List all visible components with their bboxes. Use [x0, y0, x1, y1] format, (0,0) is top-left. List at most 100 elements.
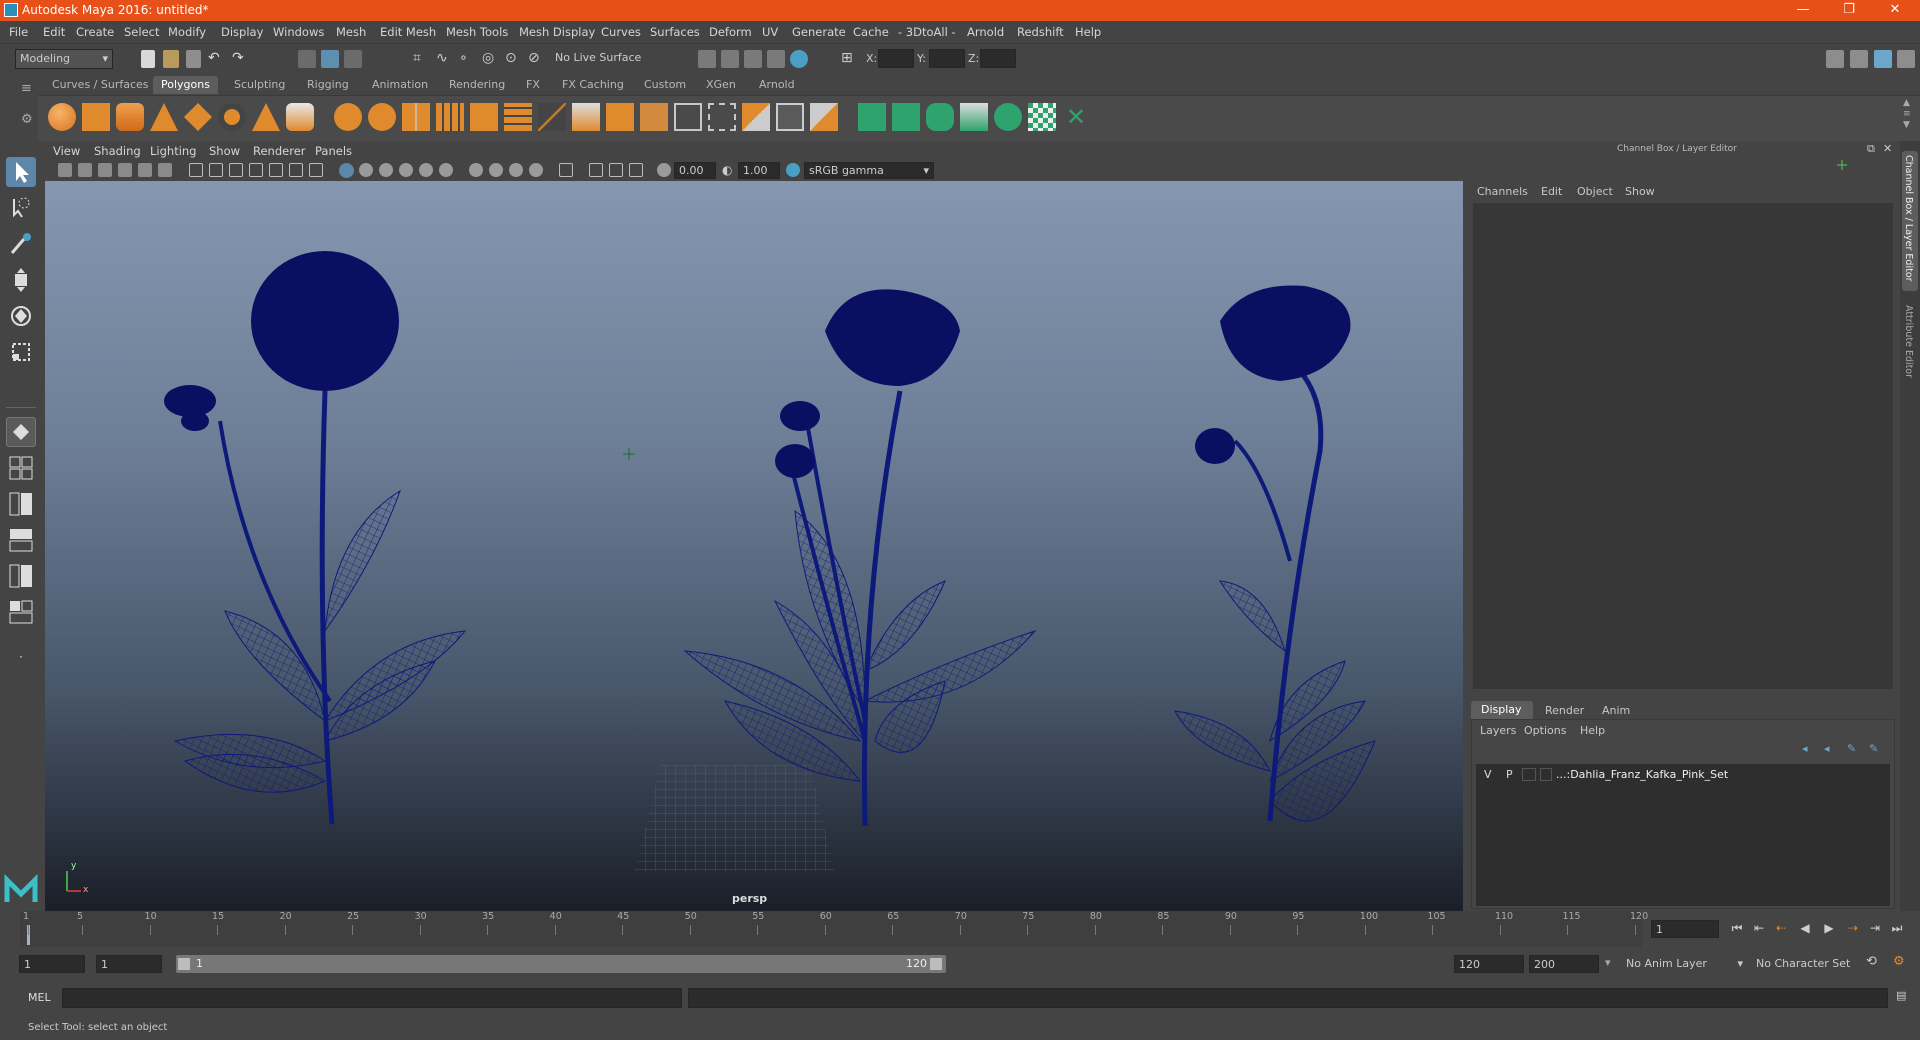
vp-menu-view[interactable]: View: [53, 144, 80, 158]
mirror-icon[interactable]: [402, 103, 430, 131]
xray-components-icon[interactable]: [629, 163, 643, 177]
menu-uv[interactable]: UV: [762, 25, 778, 39]
scale-tool-icon[interactable]: [6, 337, 36, 367]
gate-mask-icon[interactable]: [249, 163, 263, 177]
move-layer-up-icon[interactable]: ◂: [1802, 742, 1808, 755]
poly-pipe-icon[interactable]: [286, 103, 314, 131]
shelf-scroll-icon[interactable]: ▲ ≡ ▼: [1903, 98, 1911, 131]
menu-surfaces[interactable]: Surfaces: [650, 25, 700, 39]
shelf-menu-icon[interactable]: ≡: [21, 81, 32, 96]
shelf-settings-icon[interactable]: ⚙: [21, 112, 33, 127]
auto-uv-icon[interactable]: [960, 103, 988, 131]
separate-icon[interactable]: [368, 103, 396, 131]
tab-arnold[interactable]: Arnold: [751, 76, 803, 94]
planar-uv-icon[interactable]: [858, 103, 886, 131]
menu-cache[interactable]: Cache: [853, 25, 889, 39]
new-scene-icon[interactable]: [141, 50, 155, 68]
snap-surface-icon[interactable]: ⊙: [505, 50, 523, 68]
merge-icon[interactable]: [742, 103, 770, 131]
open-scene-icon[interactable]: [163, 50, 179, 68]
smooth-icon[interactable]: [436, 103, 464, 131]
extract-icon[interactable]: [470, 103, 498, 131]
cb-menu-object[interactable]: Object: [1577, 185, 1613, 198]
layer-row[interactable]: V P ...:Dahlia_Franz_Kafka_Pink_Set: [1476, 766, 1890, 784]
side-tab-channel-box[interactable]: Channel Box / Layer Editor: [1902, 151, 1918, 291]
channel-box-options-icon[interactable]: [1836, 159, 1848, 171]
depth-of-field-icon[interactable]: [529, 163, 543, 177]
channel-box-area[interactable]: [1473, 203, 1893, 689]
menuset-dropdown[interactable]: Modeling ▾: [15, 49, 113, 69]
menu-deform[interactable]: Deform: [709, 25, 752, 39]
camera-attributes-icon[interactable]: [78, 163, 92, 177]
side-tab-attribute-editor[interactable]: Attribute Editor: [1902, 301, 1918, 391]
layer-visibility-toggle[interactable]: V: [1484, 768, 1492, 781]
y-input[interactable]: [929, 49, 965, 68]
render-settings-icon[interactable]: [767, 50, 785, 68]
cb-menu-show[interactable]: Show: [1625, 185, 1655, 198]
transform-input-icon[interactable]: ⊞: [841, 50, 859, 68]
menu-modify[interactable]: Modify: [168, 25, 206, 39]
auto-key-icon[interactable]: ⟲: [1866, 954, 1877, 969]
poly-cone-icon[interactable]: [150, 103, 178, 131]
grid-icon[interactable]: [189, 163, 203, 177]
play-forward-icon[interactable]: ▶: [1820, 920, 1838, 936]
menu-mesh-tools[interactable]: Mesh Tools: [446, 25, 508, 39]
bridge-icon[interactable]: [504, 103, 532, 131]
snap-point-icon[interactable]: ∘: [459, 50, 477, 68]
menu-edit[interactable]: Edit: [43, 25, 65, 39]
attribute-editor-icon[interactable]: [1850, 50, 1868, 68]
play-backward-icon[interactable]: ◀: [1796, 920, 1814, 936]
persp-graph-layout-icon[interactable]: [6, 525, 36, 555]
close-button[interactable]: ✕: [1872, 0, 1918, 21]
combine-icon[interactable]: [334, 103, 362, 131]
select-object-icon[interactable]: [321, 50, 339, 68]
tab-anim[interactable]: Anim: [1602, 704, 1630, 717]
move-layer-down-icon[interactable]: ◂: [1824, 742, 1830, 755]
hypershade-layout-icon[interactable]: [6, 561, 36, 591]
step-forward-key-icon[interactable]: ⇥: [1866, 920, 1884, 936]
append-icon[interactable]: [640, 103, 668, 131]
cylindrical-uv-icon[interactable]: [892, 103, 920, 131]
bevel-icon[interactable]: [606, 103, 634, 131]
unfold-uv-icon[interactable]: [994, 103, 1022, 131]
rotate-tool-icon[interactable]: [6, 301, 36, 331]
menu-select[interactable]: Select: [124, 25, 159, 39]
tab-curves-surfaces[interactable]: Curves / Surfaces: [44, 76, 157, 94]
step-back-key-icon[interactable]: ⇤: [1750, 920, 1768, 936]
anim-layer-dropdown[interactable]: No Anim Layer ▾: [1622, 955, 1747, 973]
tab-custom[interactable]: Custom: [636, 76, 694, 94]
cmd-language-label[interactable]: MEL: [28, 991, 51, 1004]
xray-joints-icon[interactable]: [609, 163, 623, 177]
menu-display[interactable]: Display: [221, 25, 263, 39]
animation-end-input[interactable]: 200: [1529, 955, 1599, 973]
live-surface-field[interactable]: No Live Surface: [551, 49, 646, 69]
menu-curves[interactable]: Curves: [601, 25, 641, 39]
layer-display-type[interactable]: [1522, 768, 1536, 781]
poly-torus-icon[interactable]: [218, 103, 246, 131]
menu-file[interactable]: File: [9, 25, 28, 39]
z-input[interactable]: [980, 49, 1016, 68]
layer-color-swatch[interactable]: [1540, 768, 1552, 781]
wireframe-icon[interactable]: [339, 163, 354, 178]
snap-curve-icon[interactable]: ∿: [436, 50, 454, 68]
script-editor-icon[interactable]: ▤: [1896, 989, 1906, 1002]
le-menu-options[interactable]: Options: [1524, 724, 1566, 737]
collapse-icon[interactable]: [810, 103, 838, 131]
character-set-dropdown[interactable]: No Character Set: [1752, 955, 1862, 973]
make-live-icon[interactable]: ⊘: [528, 50, 546, 68]
gamma-input[interactable]: 1.00: [738, 162, 780, 179]
modeling-toolkit-icon[interactable]: [1826, 50, 1844, 68]
vp-menu-shading[interactable]: Shading: [94, 144, 141, 158]
hypershade-icon[interactable]: [790, 50, 808, 68]
channel-box-icon[interactable]: [1874, 50, 1892, 68]
layer-name[interactable]: ...:Dahlia_Franz_Kafka_Pink_Set: [1556, 768, 1728, 781]
exposure-input[interactable]: 0.00: [674, 162, 716, 179]
paint-select-icon[interactable]: [6, 229, 36, 259]
tab-fx-caching[interactable]: FX Caching: [554, 76, 632, 94]
x-input[interactable]: [878, 49, 914, 68]
exposure-icon[interactable]: [657, 163, 671, 177]
preferences-icon[interactable]: ⚙: [1893, 954, 1905, 969]
snap-grid-icon[interactable]: ⌗: [413, 50, 431, 68]
spherical-uv-icon[interactable]: [926, 103, 954, 131]
bookmark-icon[interactable]: [98, 163, 112, 177]
